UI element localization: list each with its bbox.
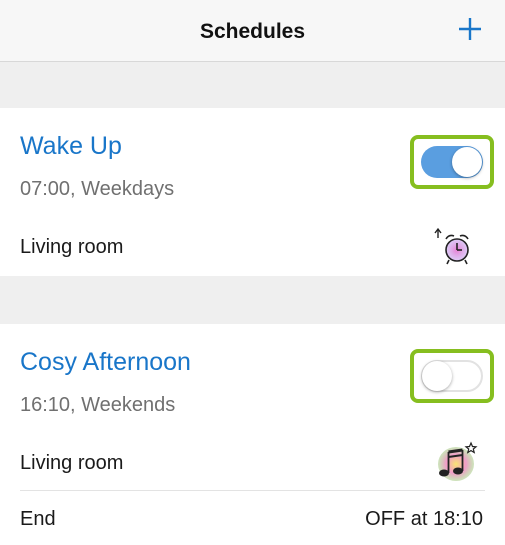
toggle-highlight [410,349,494,403]
schedule-time: 16:10, Weekends [20,394,176,416]
end-value[interactable]: OFF at 18:10 [365,508,483,531]
section-gap [0,62,505,108]
nav-bar: Schedules [0,0,505,62]
schedule-name[interactable]: Wake Up [20,132,122,161]
page-title: Schedules [199,20,306,43]
schedule-toggle[interactable] [421,146,483,178]
toggle-knob [452,147,482,177]
toggle-knob [422,361,452,391]
plus-icon[interactable] [455,14,485,44]
row-divider [20,490,485,491]
music-notes-icon [438,441,478,481]
schedule-card-cosy-afternoon[interactable]: Cosy Afternoon 16:10, Weekends Living ro… [0,324,505,545]
section-gap [0,276,505,324]
schedule-time: 07:00, Weekdays [20,178,175,200]
alarm-clock-icon [434,227,469,265]
schedule-room: Living room [20,236,124,258]
toggle-highlight [410,135,494,189]
schedule-toggle[interactable] [421,360,483,392]
schedule-room: Living room [20,452,124,474]
schedule-card-wake-up[interactable]: Wake Up 07:00, Weekdays Living room [0,108,505,276]
schedule-name[interactable]: Cosy Afternoon [20,348,191,377]
end-label: End [20,508,56,530]
